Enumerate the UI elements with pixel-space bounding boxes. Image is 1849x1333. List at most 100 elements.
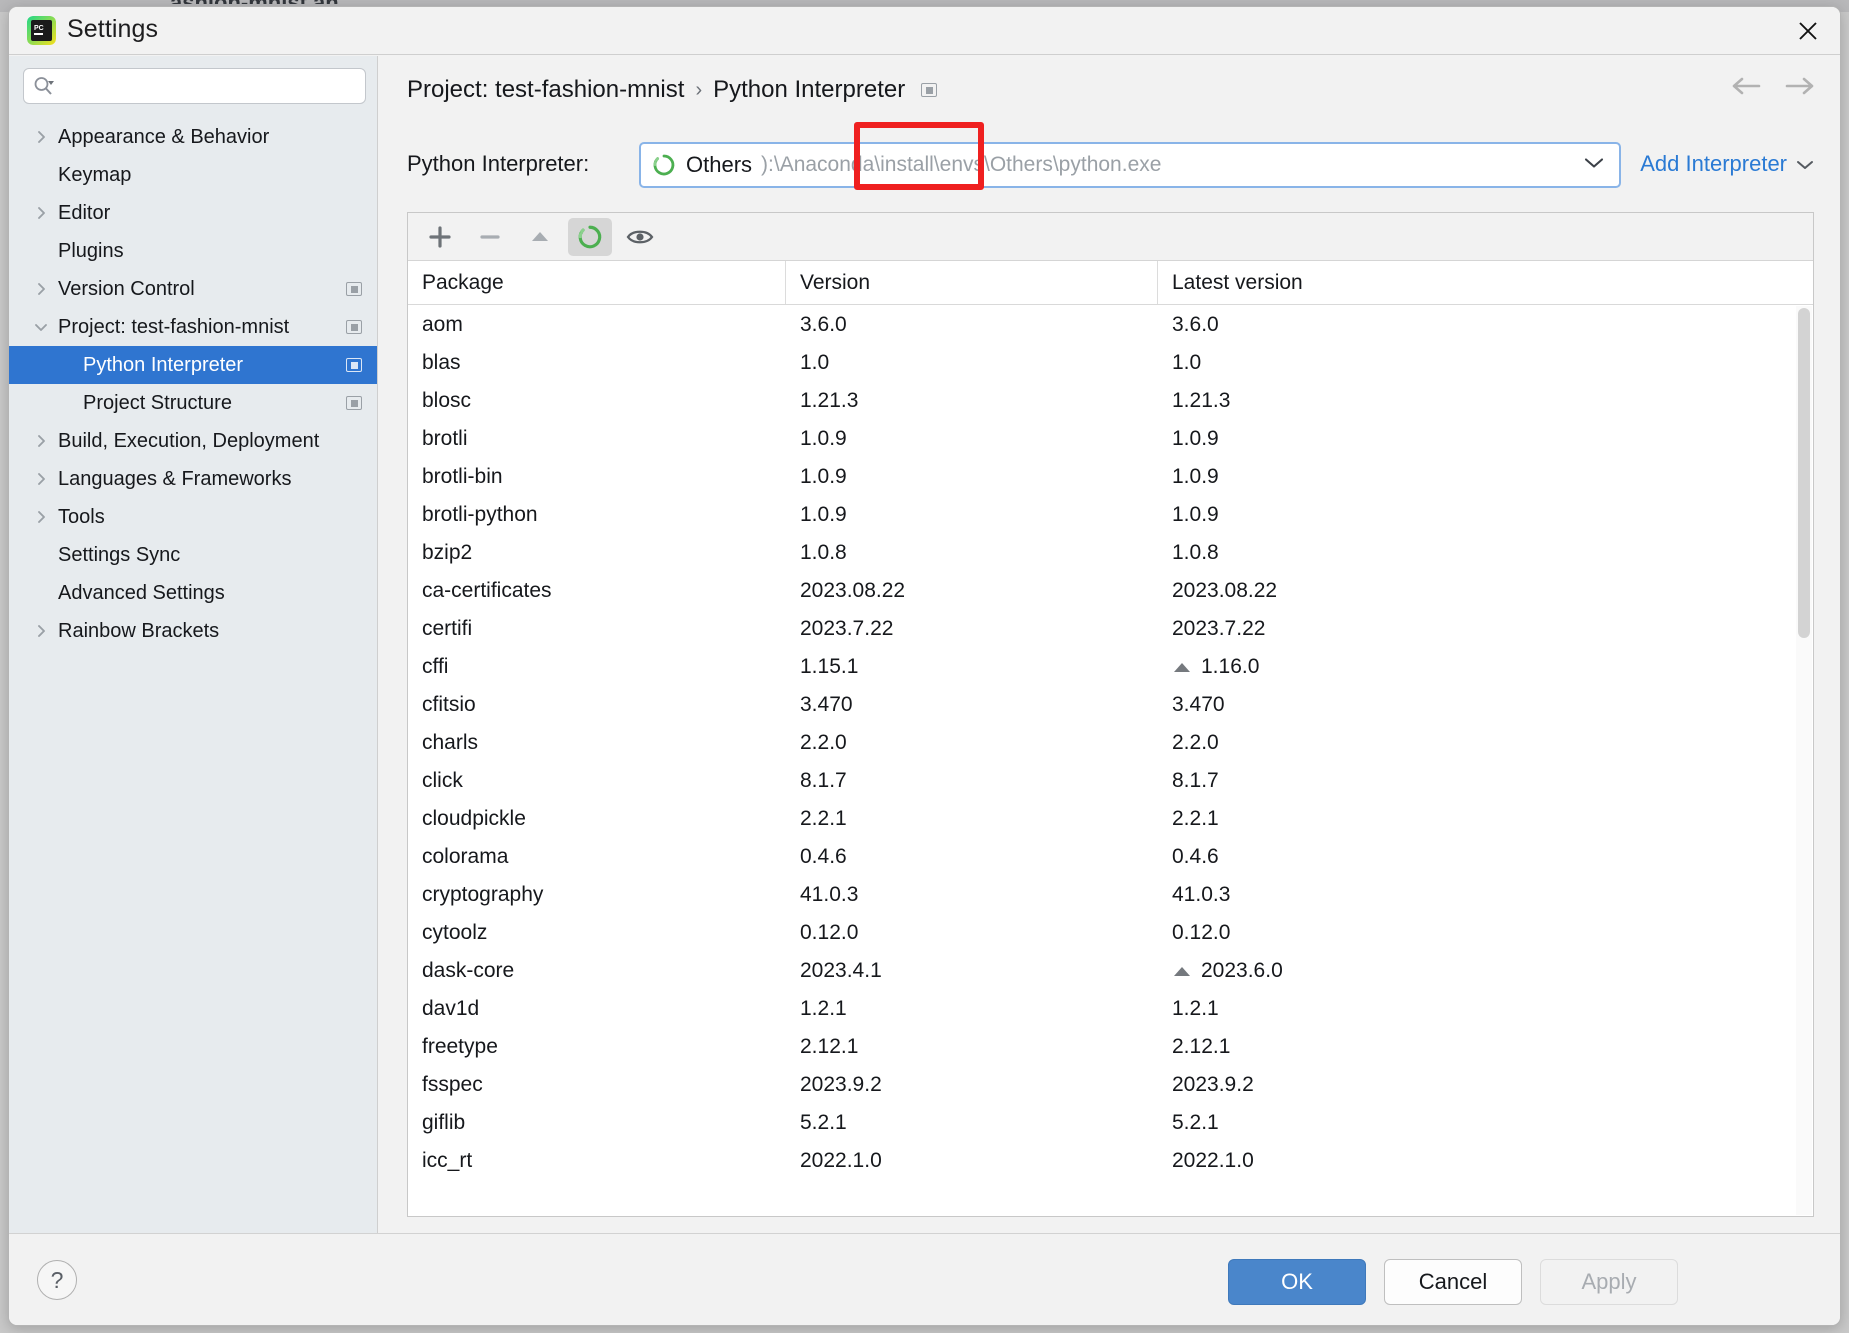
table-row[interactable]: cytoolz 0.12.0 0.12.0: [408, 914, 1813, 952]
cell-version: 0.12.0: [800, 921, 859, 944]
table-row[interactable]: giflib 5.2.1 5.2.1: [408, 1104, 1813, 1142]
cell-latest-version: 1.0: [1158, 351, 1813, 375]
settings-dialog: PC Settings Appearance & Behavior Keymap E…: [8, 6, 1841, 1326]
sidebar-item-project-test-fashion-mnist[interactable]: Project: test-fashion-mnist: [9, 308, 377, 346]
sidebar-item-advanced-settings[interactable]: Advanced Settings: [9, 574, 377, 612]
cell-latest-version: 2023.7.22: [1158, 617, 1813, 641]
help-button[interactable]: ?: [37, 1260, 77, 1300]
table-row[interactable]: aom 3.6.0 3.6.0: [408, 306, 1813, 344]
table-row[interactable]: ca-certificates 2023.08.22 2023.08.22: [408, 572, 1813, 610]
table-row[interactable]: cfitsio 3.470 3.470: [408, 686, 1813, 724]
sidebar-item-build-execution-deployment[interactable]: Build, Execution, Deployment: [9, 422, 377, 460]
arrow-left-icon[interactable]: [1732, 76, 1762, 101]
cancel-button[interactable]: Cancel: [1384, 1259, 1522, 1305]
table-row[interactable]: fsspec 2023.9.2 2023.9.2: [408, 1066, 1813, 1104]
table-row[interactable]: brotli-python 1.0.9 1.0.9: [408, 496, 1813, 534]
sidebar-item-plugins[interactable]: Plugins: [9, 232, 377, 270]
packages-scrollbar[interactable]: [1796, 306, 1812, 1215]
table-row[interactable]: brotli 1.0.9 1.0.9: [408, 420, 1813, 458]
chevron-right-icon[interactable]: [33, 433, 49, 449]
cell-version: 1.0.9: [800, 465, 847, 488]
add-package-button[interactable]: [418, 218, 462, 256]
sidebar-item-label: Project Structure: [83, 391, 232, 414]
table-row[interactable]: dav1d 1.2.1 1.2.1: [408, 990, 1813, 1028]
latest-version-text: 0.4.6: [1172, 845, 1219, 868]
latest-version-text: 0.12.0: [1172, 921, 1231, 944]
project-scope-badge-icon: [346, 282, 362, 296]
search-field[interactable]: [23, 68, 366, 104]
cell-latest-version: 0.12.0: [1158, 921, 1813, 945]
sidebar-item-project-structure[interactable]: Project Structure: [9, 384, 377, 422]
cell-version: 2023.9.2: [800, 1073, 882, 1096]
apply-button: Apply: [1540, 1259, 1678, 1305]
table-row[interactable]: freetype 2.12.1 2.12.1: [408, 1028, 1813, 1066]
table-row[interactable]: bzip2 1.0.8 1.0.8: [408, 534, 1813, 572]
interpreter-dropdown[interactable]: Others ):\Anaconda\install\envs\Others\p…: [639, 122, 1621, 190]
dialog-footer: ? OK Cancel Apply: [9, 1233, 1840, 1325]
cell-latest-version: 1.0.9: [1158, 465, 1813, 489]
table-row[interactable]: cffi 1.15.1 1.16.0: [408, 648, 1813, 686]
sidebar-item-label: Editor: [58, 201, 111, 224]
latest-version-text: 1.0.9: [1172, 465, 1219, 488]
cell-package: blosc: [422, 389, 472, 412]
column-header-latest-version[interactable]: Latest version: [1158, 261, 1813, 304]
table-row[interactable]: certifi 2023.7.22 2023.7.22: [408, 610, 1813, 648]
chevron-right-icon[interactable]: [33, 623, 49, 639]
table-row[interactable]: icc_rt 2022.1.0 2022.1.0: [408, 1142, 1813, 1180]
sidebar-item-tools[interactable]: Tools: [9, 498, 377, 536]
cell-version: 1.2.1: [800, 997, 847, 1020]
sidebar-item-editor[interactable]: Editor: [9, 194, 377, 232]
latest-version-text: 3.6.0: [1172, 313, 1219, 336]
svg-text:PC: PC: [34, 25, 44, 32]
arrow-right-icon[interactable]: [1784, 76, 1814, 101]
conda-refresh-button[interactable]: [568, 217, 612, 256]
table-row[interactable]: blas 1.0 1.0: [408, 344, 1813, 382]
sidebar-item-version-control[interactable]: Version Control: [9, 270, 377, 308]
sidebar-item-rainbow-brackets[interactable]: Rainbow Brackets: [9, 612, 377, 650]
cell-package: charls: [422, 731, 479, 754]
cell-version: 1.0.9: [800, 503, 847, 526]
table-row[interactable]: cryptography 41.0.3 41.0.3: [408, 876, 1813, 914]
table-row[interactable]: cloudpickle 2.2.1 2.2.1: [408, 800, 1813, 838]
cell-latest-version: 5.2.1: [1158, 1111, 1813, 1135]
remove-package-button[interactable]: [468, 218, 512, 256]
latest-version-text: 8.1.7: [1172, 769, 1219, 792]
packages-scrollbar-thumb[interactable]: [1798, 308, 1810, 638]
show-early-releases-button[interactable]: [618, 218, 662, 256]
chevron-right-icon[interactable]: [33, 471, 49, 487]
search-input[interactable]: [55, 69, 365, 103]
interpreter-row: Python Interpreter: Others ):\Anaconda\i…: [407, 122, 1814, 190]
sidebar-item-keymap[interactable]: Keymap: [9, 156, 377, 194]
sidebar-item-appearance-behavior[interactable]: Appearance & Behavior: [9, 118, 377, 156]
breadcrumb-root[interactable]: Project: test-fashion-mnist: [407, 76, 684, 104]
sidebar-item-label: Tools: [58, 505, 105, 528]
upgrade-available-icon: [1172, 660, 1192, 674]
chevron-down-icon[interactable]: [1583, 156, 1605, 175]
table-row[interactable]: charls 2.2.0 2.2.0: [408, 724, 1813, 762]
upgrade-package-button[interactable]: [518, 218, 562, 256]
sidebar-item-python-interpreter[interactable]: Python Interpreter: [9, 346, 377, 384]
column-header-version[interactable]: Version: [786, 261, 1158, 304]
chevron-right-icon[interactable]: [33, 509, 49, 525]
table-row[interactable]: brotli-bin 1.0.9 1.0.9: [408, 458, 1813, 496]
cell-package: icc_rt: [422, 1149, 473, 1172]
close-icon[interactable]: [1790, 13, 1826, 49]
cell-version: 1.21.3: [800, 389, 859, 412]
table-row[interactable]: blosc 1.21.3 1.21.3: [408, 382, 1813, 420]
table-row[interactable]: click 8.1.7 8.1.7: [408, 762, 1813, 800]
cell-version: 2.2.0: [800, 731, 847, 754]
sidebar-item-settings-sync[interactable]: Settings Sync: [9, 536, 377, 574]
cell-latest-version: 8.1.7: [1158, 769, 1813, 793]
sidebar-item-languages-frameworks[interactable]: Languages & Frameworks: [9, 460, 377, 498]
add-interpreter-button[interactable]: Add Interpreter: [1640, 151, 1814, 177]
table-row[interactable]: dask-core 2023.4.1 2023.6.0: [408, 952, 1813, 990]
table-row[interactable]: colorama 0.4.6 0.4.6: [408, 838, 1813, 876]
cell-latest-version: 2.2.0: [1158, 731, 1813, 755]
chevron-down-icon[interactable]: [33, 319, 49, 335]
chevron-right-icon[interactable]: [33, 205, 49, 221]
column-header-package[interactable]: Package: [408, 261, 786, 304]
ok-button[interactable]: OK: [1228, 1259, 1366, 1305]
cell-version: 1.0: [800, 351, 830, 374]
chevron-right-icon[interactable]: [33, 129, 49, 145]
chevron-right-icon[interactable]: [33, 281, 49, 297]
